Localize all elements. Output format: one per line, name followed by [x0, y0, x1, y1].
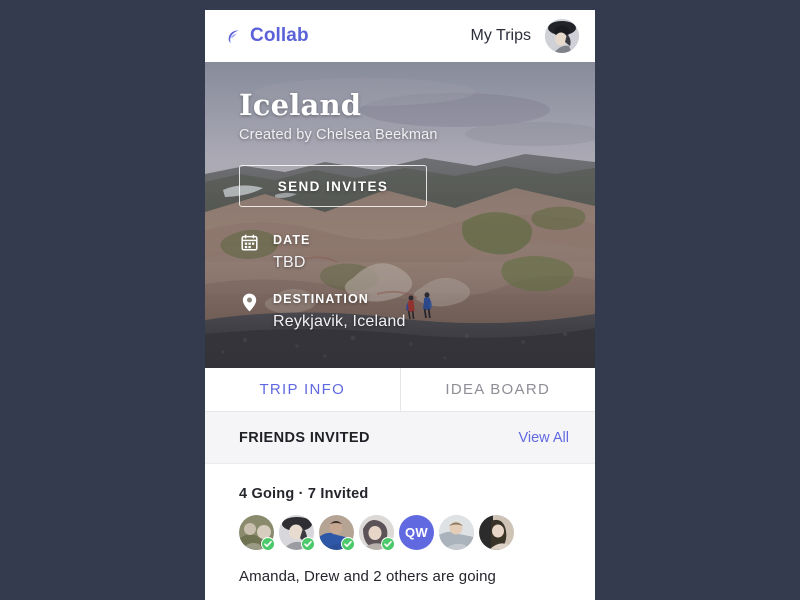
friend-avatar[interactable]	[239, 515, 275, 551]
avatar-initials: QW	[399, 515, 434, 550]
friend-avatar[interactable]	[439, 515, 474, 550]
trip-meta-destination: DESTINATION Reykjavik, Iceland	[239, 292, 565, 331]
hero-content: Iceland Created by Chelsea Beekman SEND …	[205, 62, 595, 331]
view-all-link[interactable]: View All	[518, 430, 569, 446]
brand-name: Collab	[250, 25, 309, 46]
date-label: DATE	[273, 233, 311, 247]
collab-moon-icon	[225, 28, 242, 45]
avatar-photo	[479, 515, 514, 550]
user-avatar[interactable]	[545, 19, 579, 53]
friends-section: 4 Going · 7 Invited QW Amanda, Drew and …	[205, 464, 595, 585]
tab-idea-board[interactable]: IDEA BOARD	[399, 368, 596, 411]
hero-section: Iceland Created by Chelsea Beekman SEND …	[205, 62, 595, 368]
calendar-icon	[239, 233, 259, 272]
attendance-count: 4 Going · 7 Invited	[239, 486, 369, 502]
destination-label: DESTINATION	[273, 292, 369, 306]
screen: Collab My Trips Iceland Created by Chels…	[0, 0, 800, 600]
page-title: Iceland	[239, 88, 362, 122]
going-summary: Amanda, Drew and 2 others are going	[239, 568, 496, 585]
going-check-icon	[261, 537, 275, 551]
avatar-photo	[439, 515, 474, 550]
phone-card: Collab My Trips Iceland Created by Chels…	[205, 10, 595, 600]
tab-bar: TRIP INFO IDEA BOARD	[205, 368, 595, 412]
trip-meta-date: DATE TBD	[239, 233, 565, 272]
my-trips-link[interactable]: My Trips	[471, 27, 531, 45]
destination-value: Reykjavik, Iceland	[273, 313, 406, 330]
trip-creator: Created by Chelsea Beekman	[239, 127, 438, 143]
friend-avatar[interactable]	[479, 515, 514, 550]
tab-trip-info[interactable]: TRIP INFO	[205, 368, 400, 411]
brand-logo[interactable]: Collab	[225, 25, 309, 47]
friends-invited-title: FRIENDS INVITED	[239, 429, 370, 446]
friend-avatar-row: QW	[239, 515, 565, 551]
send-invites-button[interactable]: SEND INVITES	[239, 165, 427, 207]
going-check-icon	[301, 537, 315, 551]
location-pin-icon	[239, 292, 259, 331]
going-check-icon	[341, 537, 355, 551]
friend-avatar[interactable]	[279, 515, 315, 551]
going-check-icon	[381, 537, 395, 551]
friend-avatar[interactable]	[359, 515, 395, 551]
friend-avatar-initials[interactable]: QW	[399, 515, 434, 550]
friend-avatar[interactable]	[319, 515, 355, 551]
top-bar-right: My Trips	[471, 19, 579, 53]
friends-invited-header: FRIENDS INVITED View All	[205, 412, 595, 464]
top-bar: Collab My Trips	[205, 10, 595, 62]
date-value: TBD	[273, 254, 306, 271]
